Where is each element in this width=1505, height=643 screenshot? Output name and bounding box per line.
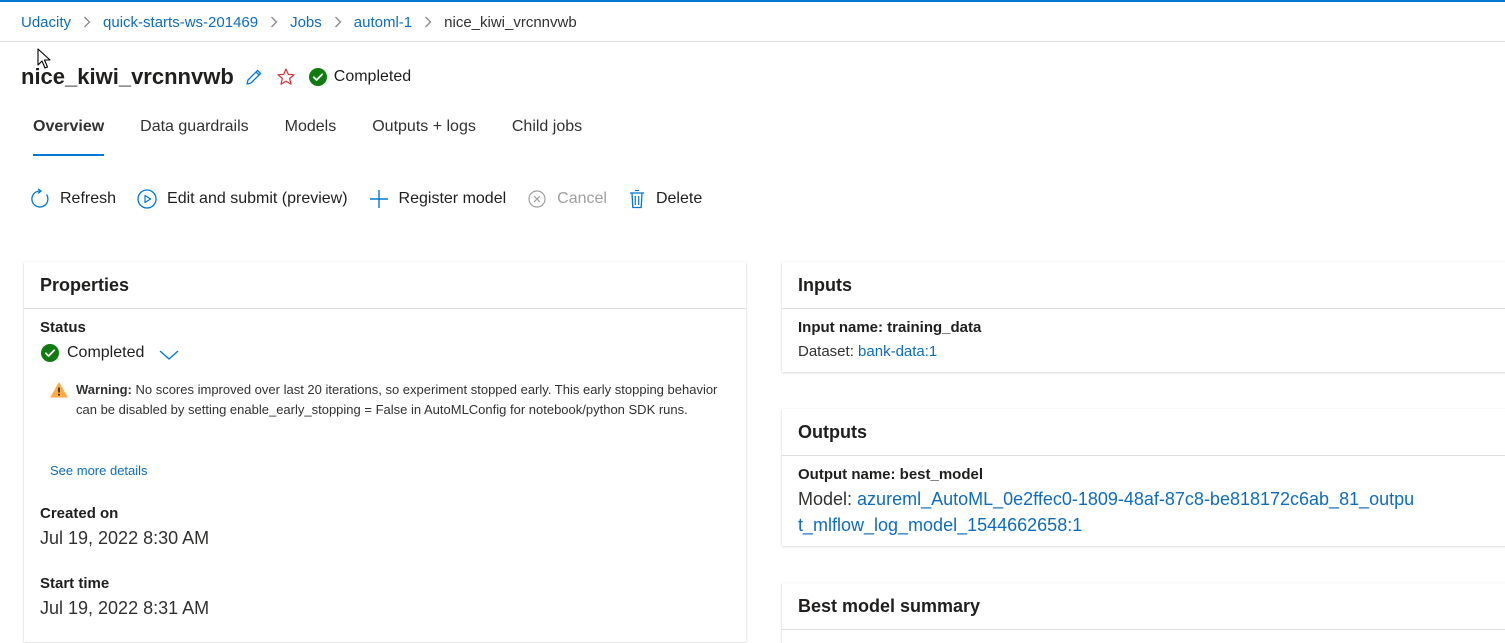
tab-child-jobs[interactable]: Child jobs	[512, 118, 582, 146]
trash-icon	[627, 188, 647, 210]
properties-card: Properties Status Completed Warning: No …	[24, 262, 746, 642]
dataset-link[interactable]: bank-data:1	[858, 343, 937, 360]
chevron-right-icon	[83, 16, 91, 28]
refresh-button[interactable]: Refresh	[29, 188, 116, 210]
register-model-label: Register model	[398, 190, 507, 207]
delete-button[interactable]: Delete	[627, 188, 702, 210]
see-more-details-link[interactable]: See more details	[50, 463, 148, 478]
inputs-card: Inputs Input name: training_data Dataset…	[782, 262, 1505, 372]
edit-pencil-icon[interactable]	[244, 67, 264, 87]
outputs-card: Outputs Output name: best_model Model: a…	[782, 409, 1505, 546]
model-link[interactable]: azureml_AutoML_0e2ffec0-1809-48af-87c8-b…	[798, 489, 1414, 535]
plus-icon	[368, 188, 390, 210]
breadcrumb-experiment[interactable]: automl-1	[354, 14, 412, 31]
model-row: Model: azureml_AutoML_0e2ffec0-1809-48af…	[798, 486, 1418, 538]
cancel-circle-icon	[526, 188, 548, 210]
tab-outputs-logs[interactable]: Outputs + logs	[372, 118, 476, 146]
outputs-header: Outputs	[782, 409, 1505, 456]
check-circle-icon	[308, 67, 328, 87]
inputs-header: Inputs	[782, 262, 1505, 309]
tab-models[interactable]: Models	[285, 118, 337, 146]
chevron-right-icon	[424, 16, 432, 28]
warning-triangle-icon	[50, 382, 68, 420]
properties-header: Properties	[24, 262, 746, 309]
start-time-value: Jul 19, 2022 8:31 AM	[40, 598, 210, 618]
status-value: Completed	[67, 344, 145, 361]
status-row: Completed	[40, 343, 180, 363]
check-circle-icon	[40, 343, 60, 363]
page-title: nice_kiwi_vrcnnvwb	[21, 64, 234, 89]
model-prefix: Model:	[798, 489, 853, 509]
breadcrumb-divider	[0, 41, 1505, 42]
edit-submit-label: Edit and submit (preview)	[167, 190, 348, 207]
refresh-label: Refresh	[60, 190, 117, 207]
chevron-down-icon[interactable]	[158, 349, 180, 361]
breadcrumb: Udacity quick-starts-ws-201469 Jobs auto…	[21, 12, 577, 32]
output-name: Output name: best_model	[798, 466, 984, 483]
chevron-right-icon	[270, 16, 278, 28]
breadcrumb-current: nice_kiwi_vrcnnvwb	[444, 13, 577, 31]
top-accent-line	[0, 0, 1505, 2]
tab-bar: Overview Data guardrails Models Outputs …	[33, 118, 618, 162]
cancel-button[interactable]: Cancel	[526, 188, 607, 210]
tab-data-guardrails[interactable]: Data guardrails	[140, 118, 249, 146]
best-model-summary-card: Best model summary	[782, 583, 1505, 643]
job-header: nice_kiwi_vrcnnvwb Completed	[21, 60, 411, 94]
register-model-button[interactable]: Register model	[368, 188, 507, 210]
warning-text: No scores improved over last 20 iteratio…	[76, 382, 718, 417]
star-favorite-icon[interactable]	[276, 67, 296, 87]
start-time-label: Start time	[40, 575, 110, 592]
breadcrumb-workspace-root[interactable]: Udacity	[21, 14, 71, 31]
refresh-icon	[29, 188, 51, 210]
tab-overview[interactable]: Overview	[33, 118, 105, 156]
edit-submit-button[interactable]: Edit and submit (preview)	[136, 188, 348, 210]
warning-message: Warning: No scores improved over last 20…	[50, 380, 730, 420]
dataset-row: Dataset: bank-data:1	[798, 343, 937, 360]
input-name: Input name: training_data	[798, 319, 982, 336]
cancel-label: Cancel	[557, 190, 607, 207]
created-on-value: Jul 19, 2022 8:30 AM	[40, 528, 210, 548]
status-badge: Completed	[333, 68, 412, 85]
delete-label: Delete	[655, 190, 703, 207]
status-label: Status	[40, 319, 86, 336]
chevron-right-icon	[334, 16, 342, 28]
created-on-label: Created on	[40, 505, 119, 522]
play-circle-icon	[136, 188, 158, 210]
breadcrumb-jobs[interactable]: Jobs	[290, 14, 322, 31]
warning-prefix: Warning:	[76, 382, 132, 397]
command-bar: Refresh Edit and submit (preview) Regist…	[29, 186, 722, 212]
dataset-prefix: Dataset:	[798, 343, 854, 360]
breadcrumb-workspace[interactable]: quick-starts-ws-201469	[103, 14, 258, 31]
